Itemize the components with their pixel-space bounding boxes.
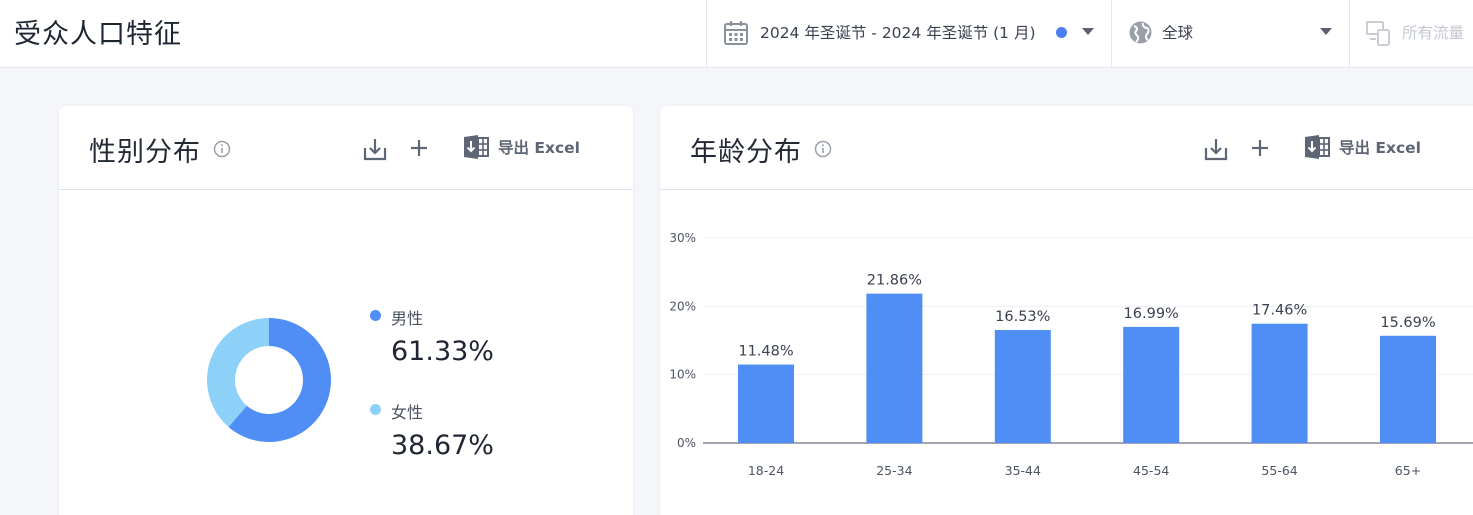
age-distribution-card: 年龄分布 导出 Excel 0% 10% 20% 30% 11.48% 18-24 21.8… [660, 106, 1473, 515]
legend-label: 女性 [391, 403, 424, 422]
donut-slice-female [207, 318, 269, 427]
legend-label: 男性 [391, 309, 424, 328]
excel-icon[interactable] [462, 133, 490, 161]
bar-18-24[interactable] [738, 364, 794, 443]
card-title: 性别分布 [89, 137, 201, 168]
traffic-label: 所有流量 [1402, 24, 1465, 42]
globe-icon [1129, 21, 1152, 44]
bar-value-label: 11.48% [738, 344, 793, 360]
region-selector[interactable]: 全球 [1111, 0, 1349, 67]
plus-icon[interactable] [1249, 137, 1271, 159]
traffic-type-icon [1366, 21, 1390, 46]
plus-icon[interactable] [408, 137, 430, 159]
y-tick-label: 20% [669, 299, 696, 313]
chevron-down-icon [1082, 28, 1094, 35]
y-tick-label: 30% [669, 231, 696, 245]
bar-value-label: 17.46% [1252, 303, 1307, 319]
date-status-dot [1056, 27, 1067, 38]
top-bar: 受众人口特征 2024 年圣诞节 - 2024 年圣诞节 (1 月) 全球 所有… [0, 0, 1473, 68]
x-tick-label: 55-64 [1261, 463, 1297, 478]
legend-dot-male [370, 310, 381, 321]
calendar-icon [724, 21, 748, 45]
chevron-down-icon [1320, 28, 1332, 35]
bar-25-34[interactable] [866, 293, 923, 443]
bar-value-label: 16.53% [995, 309, 1050, 325]
bar-65+[interactable] [1380, 335, 1436, 443]
x-tick-label: 65+ [1395, 463, 1421, 478]
download-icon[interactable] [1203, 136, 1229, 162]
export-excel-button[interactable]: 导出 Excel [498, 136, 580, 158]
gender-donut-chart [207, 318, 331, 442]
page-title: 受众人口特征 [14, 19, 182, 50]
y-tick-label: 10% [669, 368, 696, 382]
traffic-selector[interactable]: 所有流量 [1349, 0, 1473, 67]
age-bar-chart: 0% 10% 20% 30% 11.48% 18-24 21.86% 25-34 16.53% 3… [669, 231, 1473, 478]
y-tick-label: 0% [677, 436, 696, 450]
date-range-label: 2024 年圣诞节 - 2024 年圣诞节 (1 月) [760, 24, 1036, 42]
card-header: 年龄分布 导出 Excel [660, 106, 1473, 190]
legend-dot-female [370, 404, 381, 415]
date-range-selector[interactable]: 2024 年圣诞节 - 2024 年圣诞节 (1 月) [706, 0, 1111, 67]
legend-value: 38.67% [391, 430, 494, 461]
export-excel-button[interactable]: 导出 Excel [1339, 136, 1421, 158]
bar-value-label: 15.69% [1380, 315, 1435, 331]
info-icon[interactable] [213, 140, 231, 158]
card-title: 年龄分布 [690, 137, 802, 168]
download-icon[interactable] [362, 136, 388, 162]
x-tick-label: 18-24 [748, 463, 784, 478]
excel-icon[interactable] [1303, 133, 1331, 161]
gender-distribution-card: 性别分布 导出 Excel 男性 61.33% 女性 38.67% [59, 106, 633, 515]
legend-value: 61.33% [391, 336, 494, 367]
region-label: 全球 [1162, 24, 1194, 42]
x-tick-label: 45-54 [1133, 463, 1169, 478]
bar-35-44[interactable] [994, 330, 1051, 443]
bar-55-64[interactable] [1251, 323, 1308, 443]
bar-value-label: 21.86% [867, 273, 922, 289]
x-tick-label: 25-34 [876, 463, 912, 478]
bar-45-54[interactable] [1123, 326, 1180, 443]
card-header: 性别分布 导出 Excel [59, 106, 633, 190]
x-tick-label: 35-44 [1005, 463, 1041, 478]
bar-value-label: 16.99% [1124, 306, 1179, 322]
info-icon[interactable] [814, 140, 832, 158]
